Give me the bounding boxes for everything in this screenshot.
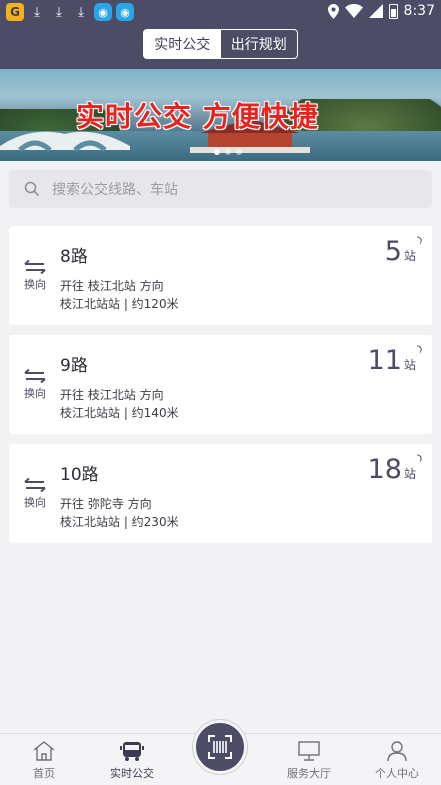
mode-switch: 实时公交 出行规划: [143, 29, 298, 59]
app-icon: ◉: [94, 3, 112, 21]
nav-profile-label: 个人中心: [375, 767, 419, 780]
stops-count: 11: [367, 345, 402, 376]
banner-slogan: 实时公交 方便快捷: [76, 100, 319, 133]
pagination-dot: [225, 149, 231, 155]
realtime-signal-icon: [415, 454, 423, 462]
pagination-dot: [236, 149, 242, 155]
scan-icon: [208, 735, 232, 759]
home-icon: [33, 741, 55, 761]
stops-unit: 站: [403, 467, 416, 481]
route-station-distance: 枝江北站站 | 约120米: [60, 297, 179, 311]
swap-direction-button[interactable]: 换向: [23, 478, 47, 510]
swap-arrows-icon: [24, 260, 46, 274]
download-icon: ⤓: [56, 4, 62, 20]
swap-label: 换向: [24, 387, 46, 400]
swap-direction-button[interactable]: 换向: [23, 369, 47, 401]
tab-realtime-bus[interactable]: 实时公交: [144, 30, 221, 58]
bus-icon: [120, 742, 144, 761]
route-station-distance: 枝江北站站 | 约140米: [60, 406, 179, 420]
swap-arrows-icon: [24, 478, 46, 492]
banner-pagination: [214, 149, 242, 155]
search-icon: [24, 181, 40, 197]
route-station-distance: 枝江北站站 | 约230米: [60, 515, 179, 529]
route-card[interactable]: 换向 8路 开往 枝江北站 方向 枝江北站站 | 约120米 5 站: [9, 226, 432, 325]
monitor-icon: [298, 741, 320, 761]
swap-label: 换向: [24, 496, 46, 509]
location-icon: [327, 3, 339, 19]
search-placeholder: 搜索公交线路、车站: [52, 182, 178, 198]
nav-home[interactable]: 首页: [0, 734, 88, 785]
download-icon: ⤓: [78, 4, 84, 20]
stops-away: 11 站: [367, 345, 423, 376]
wifi-icon: [344, 4, 363, 18]
search-bar[interactable]: 搜索公交线路、车站: [9, 170, 432, 208]
route-name: 10路: [60, 465, 99, 485]
app-icon: ◉: [116, 3, 134, 21]
route-direction: 开往 弥陀寺 方向: [60, 497, 152, 511]
scan-button[interactable]: [193, 720, 247, 774]
status-time: 8:37: [403, 3, 435, 19]
route-card[interactable]: 换向 9路 开往 枝江北站 方向 枝江北站站 | 约140米 11 站: [9, 335, 432, 434]
realtime-signal-icon: [415, 345, 423, 353]
nav-profile[interactable]: 个人中心: [353, 734, 441, 785]
user-icon: [387, 741, 407, 762]
stops-count: 18: [367, 454, 402, 485]
system-icons: 8:37: [327, 3, 435, 19]
route-direction: 开往 枝江北站 方向: [60, 279, 164, 293]
nav-realtime-bus-label: 实时公交: [110, 767, 154, 780]
nav-home-label: 首页: [33, 767, 55, 780]
battery-icon: [388, 3, 398, 19]
swap-label: 换向: [24, 278, 46, 291]
download-icon: ⤓: [34, 4, 40, 20]
promo-banner[interactable]: 实时公交 方便快捷: [0, 69, 441, 161]
stops-away: 5 站: [384, 236, 423, 267]
tab-trip-planning[interactable]: 出行规划: [221, 30, 298, 58]
top-header: G ⤓ ⤓ ⤓ ◉ ◉ 8:37 实时公交 出行规划: [0, 0, 441, 69]
route-name: 8路: [60, 247, 88, 267]
realtime-signal-icon: [415, 236, 423, 244]
pagination-dot: [214, 149, 220, 155]
swap-direction-button[interactable]: 换向: [23, 260, 47, 292]
stops-unit: 站: [403, 358, 416, 372]
swap-arrows-icon: [24, 369, 46, 383]
signal-icon: [368, 4, 383, 18]
stops-away: 18 站: [367, 454, 423, 485]
notification-icons: G ⤓ ⤓ ⤓ ◉ ◉: [6, 3, 134, 21]
stops-count: 5: [384, 236, 402, 267]
route-direction: 开往 枝江北站 方向: [60, 388, 164, 402]
stops-unit: 站: [403, 249, 416, 263]
nav-service-hall[interactable]: 服务大厅: [265, 734, 353, 785]
nav-realtime-bus[interactable]: 实时公交: [88, 734, 176, 785]
route-name: 9路: [60, 356, 88, 376]
app-icon: G: [6, 3, 24, 21]
route-card[interactable]: 换向 10路 开往 弥陀寺 方向 枝江北站站 | 约230米 18 站: [9, 444, 432, 543]
nav-service-hall-label: 服务大厅: [287, 767, 331, 780]
status-bar: G ⤓ ⤓ ⤓ ◉ ◉ 8:37: [0, 0, 441, 24]
